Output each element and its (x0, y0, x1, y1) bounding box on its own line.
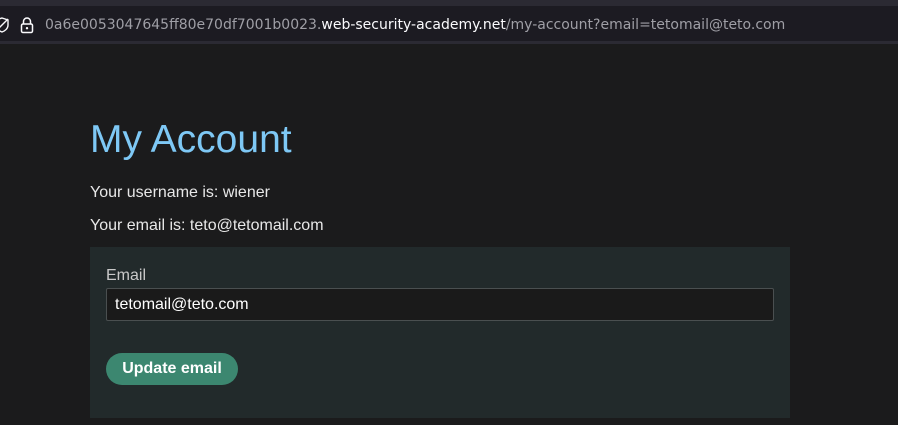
page-title: My Account (90, 118, 292, 161)
change-email-form: Email Update email (90, 247, 790, 418)
url-path: /my-account?email=tetomail@teto.com (505, 17, 786, 33)
browser-url-bar: 0a6e0053047645ff80e70df7001b0023.web-sec… (0, 0, 898, 48)
email-label: Email (106, 267, 147, 284)
address-field[interactable]: 0a6e0053047645ff80e70df7001b0023.web-sec… (0, 6, 898, 44)
lock-icon[interactable] (19, 16, 35, 34)
email-input[interactable] (106, 288, 774, 321)
url-text[interactable]: 0a6e0053047645ff80e70df7001b0023.web-sec… (45, 16, 785, 34)
current-email-text: Your email is: teto@tetomail.com (90, 217, 324, 234)
url-subdomain: 0a6e0053047645ff80e70df7001b0023. (45, 17, 322, 33)
update-email-button[interactable]: Update email (106, 353, 238, 385)
username-text: Your username is: wiener (90, 184, 270, 201)
url-domain: web-security-academy.net (321, 17, 506, 33)
tracking-protection-icon[interactable] (0, 17, 10, 33)
